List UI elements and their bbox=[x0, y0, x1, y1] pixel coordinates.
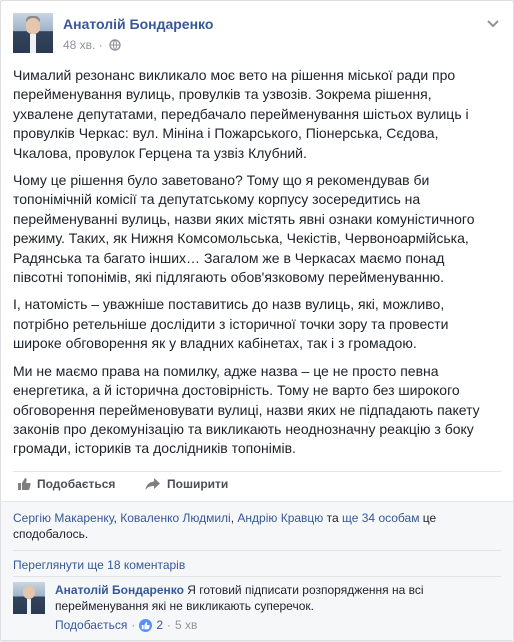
like-button[interactable]: Подобається bbox=[17, 477, 115, 491]
globe-icon bbox=[109, 39, 121, 54]
comment-meta: Подобається · 2 · 5 хв bbox=[55, 618, 197, 632]
meta-dot: · bbox=[167, 618, 172, 632]
divider bbox=[13, 471, 501, 472]
post-header: Анатолій Бондаренко 48 хв. · bbox=[13, 13, 501, 57]
post-text: Чималий резонанс викликало моє вето на р… bbox=[13, 66, 495, 467]
divider bbox=[13, 550, 501, 551]
liker-link[interactable]: Коваленко Людмилі bbox=[120, 511, 231, 525]
post-time[interactable]: 48 хв. bbox=[63, 38, 95, 52]
thumbs-up-icon bbox=[17, 477, 31, 491]
thumbs-up-icon[interactable] bbox=[139, 618, 153, 632]
share-button[interactable]: Поширити bbox=[145, 477, 228, 491]
post-paragraph: Ми не маємо права на помилку, адже назва… bbox=[13, 362, 480, 457]
post-meta: 48 хв. · bbox=[63, 38, 121, 54]
author-name[interactable]: Анатолій Бондаренко bbox=[63, 16, 213, 32]
feedback-section: Сергію Макаренку, Коваленко Людмилі, Анд… bbox=[1, 501, 513, 640]
comment-like-link[interactable]: Подобається bbox=[55, 618, 127, 632]
divider bbox=[13, 576, 501, 577]
comment-time[interactable]: 5 хв bbox=[175, 618, 197, 632]
meta-dot: · bbox=[131, 618, 136, 632]
post-card: Анатолій Бондаренко 48 хв. · Чималий рез… bbox=[0, 0, 514, 641]
chevron-down-icon[interactable] bbox=[485, 15, 501, 31]
others-link[interactable]: ще 34 особам bbox=[342, 511, 419, 525]
post-paragraph: І, натомість – уважніше поставитись до н… bbox=[13, 296, 449, 352]
comment-author[interactable]: Анатолій Бондаренко bbox=[55, 583, 184, 597]
comment-like-count[interactable]: 2 bbox=[156, 618, 163, 632]
liker-link[interactable]: Андрію Кравцю bbox=[237, 511, 323, 525]
action-bar: Подобається Поширити bbox=[13, 473, 501, 497]
post-paragraph: Чималий резонанс викликало моє вето на р… bbox=[13, 67, 469, 161]
share-arrow-icon bbox=[145, 477, 161, 491]
likes-summary: Сергію Макаренку, Коваленко Людмилі, Анд… bbox=[13, 510, 483, 542]
comment-body: Анатолій Бондаренко Я готовий підписати … bbox=[55, 582, 495, 614]
conjunction: та bbox=[323, 511, 343, 525]
like-label: Подобається bbox=[37, 477, 116, 491]
share-label: Поширити bbox=[167, 477, 229, 491]
comment: Анатолій Бондаренко Я готовий підписати … bbox=[13, 582, 501, 642]
author-avatar[interactable] bbox=[13, 13, 53, 53]
liker-link[interactable]: Сергію Макаренку bbox=[13, 511, 114, 525]
comment-avatar[interactable] bbox=[13, 582, 45, 614]
post-paragraph: Чому це рішення було заветовано? Тому що… bbox=[13, 172, 475, 286]
view-more-comments-link[interactable]: Переглянути ще 18 коментарів bbox=[13, 558, 185, 572]
meta-dot: · bbox=[98, 38, 103, 52]
